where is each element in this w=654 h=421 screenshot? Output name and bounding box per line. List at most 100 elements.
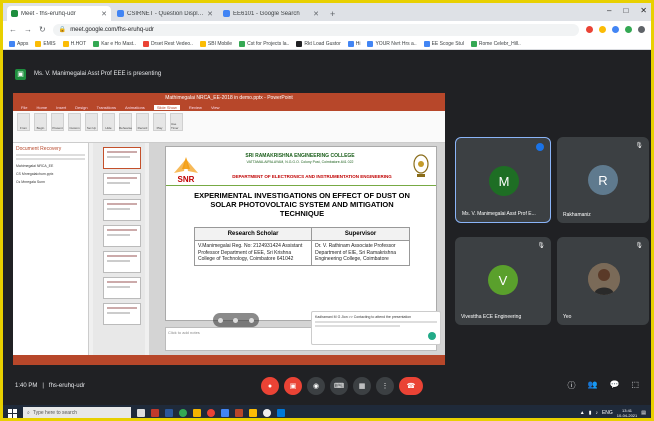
bookmark-item[interactable]: EE Scoge Stul (423, 40, 464, 47)
present-button[interactable]: ▦ (353, 377, 371, 395)
current-slide[interactable]: SNR SRI RAMAKRISHNA ENGINEERING COLLEGE … (165, 146, 437, 321)
ribbon-button[interactable]: Record (136, 113, 149, 131)
slide-thumbnail[interactable] (103, 147, 141, 169)
ribbon-button[interactable]: Play (153, 113, 166, 131)
ribbon-tab[interactable]: Design (75, 105, 87, 110)
bookmark-item[interactable]: Drset Rest Vedeo.. (142, 40, 193, 47)
reload-icon[interactable]: ↻ (39, 25, 46, 34)
minimize-button[interactable]: – (607, 6, 611, 15)
windows-start-icon[interactable] (8, 408, 17, 418)
activities-icon[interactable]: ⬚ (631, 380, 639, 391)
pdf-icon[interactable] (151, 409, 159, 417)
profile-icon[interactable] (638, 26, 645, 33)
slide-thumbnail[interactable] (103, 277, 141, 299)
bookmark-item[interactable]: H.HOT (62, 40, 86, 47)
bookmark-item[interactable]: Rome Celebr_Hill.. (470, 40, 521, 47)
word-icon[interactable] (165, 409, 173, 417)
app-icon[interactable] (221, 409, 229, 417)
file-explorer-icon[interactable] (193, 409, 201, 417)
settings-icon[interactable] (263, 409, 271, 417)
bookmark-item[interactable]: Rkt Load Gustor (296, 40, 341, 47)
participant-tile[interactable]: 🎙 V Vivesttha ECE Engineering (455, 237, 551, 325)
extension-icon[interactable] (625, 26, 632, 33)
ribbon-button[interactable]: Custom (68, 113, 81, 131)
ribbon-tab[interactable]: Insert (56, 105, 66, 110)
info-icon[interactable]: ⓘ (568, 380, 576, 391)
bookmark-item[interactable]: Apps (9, 40, 28, 47)
camera-button[interactable]: ▣ (284, 377, 302, 395)
slide-thumbnail[interactable] (103, 303, 141, 325)
pointer-icon[interactable] (233, 317, 239, 323)
network-icon[interactable]: ▮ (589, 410, 592, 416)
mic-button[interactable]: ● (261, 377, 279, 395)
new-tab-button[interactable]: + (325, 9, 340, 21)
language-indicator[interactable]: ENG (602, 410, 613, 416)
more-options-button[interactable]: ⋮ (376, 377, 394, 395)
leave-call-button[interactable]: ☎ (399, 377, 423, 395)
ribbon-tab[interactable]: View (211, 105, 220, 110)
ribbon-button[interactable]: Set Up (85, 113, 98, 131)
extension-icon[interactable] (599, 26, 606, 33)
taskbar-clock[interactable]: 13:41 10-04-2021 (617, 408, 637, 418)
chat-icon[interactable]: 💬 (609, 380, 619, 391)
bookmark-item[interactable]: Kar e Ho Mast.. (93, 40, 136, 47)
forward-icon[interactable]: → (24, 25, 32, 34)
slide-thumbnail[interactable] (103, 225, 141, 247)
browser-tab-csirnet[interactable]: CSIRNET - Question Display Tools ✕ (113, 6, 217, 21)
extension-icon[interactable] (586, 26, 593, 33)
chrome-icon[interactable] (179, 409, 187, 417)
recovery-item[interactable]: CS Mnregalaichum.pptx (16, 172, 85, 176)
taskbar-search[interactable]: ⌕ Type here to search (23, 407, 131, 418)
zoom-icon[interactable] (248, 317, 254, 323)
bookmark-item[interactable]: Cst for Projects la.. (239, 40, 289, 47)
browser-tab-google[interactable]: EE6101 - Google Search ✕ (219, 6, 323, 21)
browser-tab-meet[interactable]: Meet - fhs-eruhq-udr ✕ (7, 6, 111, 21)
ribbon-button[interactable]: Use Timer (170, 113, 183, 131)
address-bar[interactable]: 🔒 meet.google.com/fhs-eruhq-udr (52, 23, 579, 36)
participant-tile[interactable]: 🎙 Yeo (557, 237, 649, 325)
close-window-button[interactable]: ✕ (640, 6, 647, 15)
powerpoint-icon[interactable] (235, 409, 243, 417)
slide-thumbnail[interactable] (103, 199, 141, 221)
slide-thumbnail[interactable] (103, 251, 141, 273)
ribbon-button[interactable]: Hide (102, 113, 115, 131)
ribbon-tab[interactable]: File (21, 105, 27, 110)
captions-button[interactable]: ◉ (307, 377, 325, 395)
bookmark-item[interactable]: YOUR Nvrt Hrs a.. (367, 40, 417, 47)
notification-toast[interactable]: Kadhamani M G Jion >> Contacting to atte… (311, 311, 441, 345)
app-icon[interactable] (277, 409, 285, 417)
raise-hand-button[interactable]: ⌨ (330, 377, 348, 395)
task-view-icon[interactable] (137, 409, 145, 417)
extension-icon[interactable] (612, 26, 619, 33)
slideshow-pen-toolbar[interactable] (213, 313, 259, 327)
close-icon[interactable]: ✕ (101, 10, 107, 18)
app-icon[interactable] (207, 409, 215, 417)
participant-tile[interactable]: M Ms. V. Manimegalai Asst Prof E... (455, 137, 551, 223)
back-icon[interactable]: ← (9, 25, 17, 34)
close-icon[interactable]: ✕ (313, 10, 319, 18)
notifications-icon[interactable]: ▤ (641, 410, 646, 416)
recovery-item[interactable]: Mahimegalai NRCA_EE (16, 164, 85, 168)
app-icon[interactable] (249, 409, 257, 417)
participant-tile[interactable]: 🎙 R Rakhamaniz (557, 137, 649, 223)
volume-icon[interactable]: ♪ (595, 410, 598, 416)
ribbon-tab[interactable]: Home (36, 105, 47, 110)
bookmark-item[interactable]: SBI Mobile (199, 40, 232, 47)
ribbon-tab[interactable]: Animations (125, 105, 145, 110)
recovery-item[interactable]: Cs Mnregala Sunn (16, 180, 85, 184)
toast-action-button[interactable] (428, 332, 436, 340)
bookmark-item[interactable]: EMIS (35, 40, 56, 47)
pen-icon[interactable] (218, 317, 224, 323)
close-icon[interactable]: ✕ (207, 10, 213, 18)
slide-thumbnail[interactable] (103, 173, 141, 195)
ribbon-tab[interactable]: Transitions (97, 105, 116, 110)
ribbon-button[interactable]: Present (51, 113, 64, 131)
people-icon[interactable]: 👥 (588, 380, 598, 391)
ribbon-button[interactable]: Begin (34, 113, 47, 131)
bookmark-item[interactable]: Hi (347, 40, 360, 47)
notification-area-icon[interactable]: ▲ (580, 410, 585, 416)
ribbon-tab-active[interactable]: Slide Show (153, 104, 180, 110)
maximize-button[interactable]: □ (623, 6, 628, 15)
ribbon-tab[interactable]: Review (189, 105, 202, 110)
ribbon-button[interactable]: Rehearse (119, 113, 132, 131)
